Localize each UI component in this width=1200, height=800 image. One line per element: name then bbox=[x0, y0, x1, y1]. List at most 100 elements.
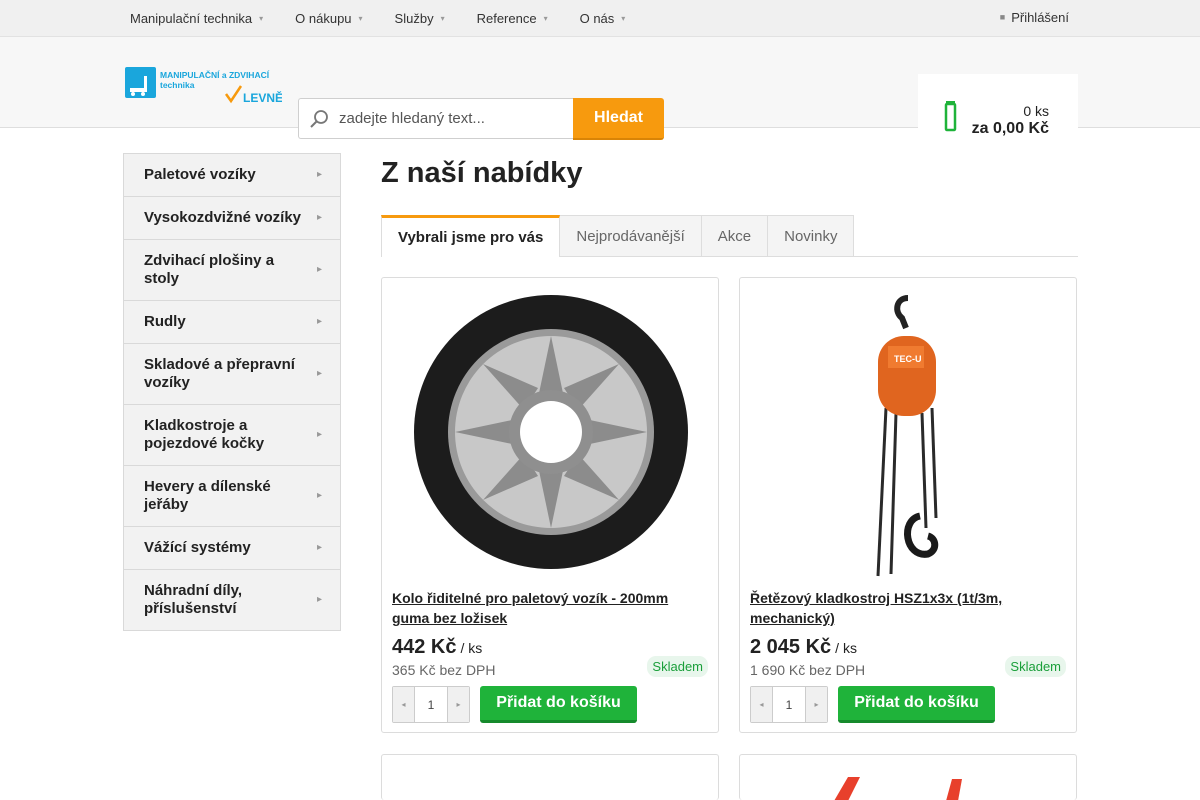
search-box bbox=[298, 98, 573, 139]
chevron-right-icon: ▸ bbox=[316, 316, 322, 327]
sidebar-item-label: Rudly bbox=[144, 313, 186, 330]
sidebar-item-label: Zdvihací plošiny a stoly bbox=[144, 252, 275, 287]
product-card-partial bbox=[381, 754, 719, 800]
qty-increase-button[interactable]: ▸ bbox=[447, 687, 469, 722]
price-excl-vat: 365 Kč bez DPH bbox=[392, 662, 496, 678]
stock-badge: Skladem bbox=[647, 656, 708, 677]
chevron-down-icon: ▾ bbox=[440, 13, 445, 23]
sidebar-item-vazici-systemy[interactable]: Vážící systémy ▸ bbox=[124, 527, 340, 570]
sidebar-item-kladkostroje[interactable]: Kladkostroje a pojezdové kočky ▸ bbox=[124, 405, 340, 466]
logo-wheel bbox=[131, 92, 135, 96]
chevron-right-icon: ▸ bbox=[316, 490, 322, 501]
chevron-right-icon: ▸ bbox=[316, 212, 322, 223]
product-price: 2 045 Kč / ks bbox=[750, 636, 857, 659]
chevron-down-icon: ▾ bbox=[358, 13, 363, 23]
sidebar-item-hevery[interactable]: Hevery a dílenské jeřáby ▸ bbox=[124, 466, 340, 527]
product-price: 442 Kč / ks bbox=[392, 636, 482, 659]
product-name-link[interactable]: Řetězový kladkostroj HSZ1x3x (1t/3m, mec… bbox=[750, 588, 1066, 628]
chevron-down-icon: ▾ bbox=[259, 13, 264, 23]
chevron-right-icon: ▸ bbox=[316, 169, 322, 180]
header: MANIPULAČNÍ a ZDVIHACÍ technika LEVNĚ Hl… bbox=[0, 37, 1200, 165]
product-card-partial bbox=[739, 754, 1077, 800]
product-image-partial[interactable] bbox=[820, 773, 980, 800]
qty-increase-button[interactable]: ▸ bbox=[805, 687, 827, 722]
qty-decrease-button[interactable]: ◂ bbox=[751, 687, 773, 722]
qty-input[interactable]: 1 bbox=[773, 687, 805, 722]
sidebar-item-label: Paletové vozíky bbox=[144, 166, 256, 183]
topnav-item-o-nakupu[interactable]: O nákupu ▾ bbox=[295, 11, 362, 26]
chevron-right-icon: ▸ bbox=[316, 542, 322, 553]
sidebar-item-label: Vysokozdvižné vozíky bbox=[144, 209, 302, 226]
product-image-chain-hoist[interactable]: TEC-U bbox=[750, 288, 1066, 578]
chevron-down-icon: ▾ bbox=[543, 13, 548, 23]
stock-badge: Skladem bbox=[1005, 656, 1066, 677]
sidebar-item-skladove-voziky[interactable]: Skladové a přepravní vozíky ▸ bbox=[124, 344, 340, 405]
logo-text-line1: MANIPULAČNÍ a ZDVIHACÍ bbox=[160, 69, 270, 80]
logo-text-line2: technika bbox=[160, 80, 195, 90]
topnav-item-reference[interactable]: Reference ▾ bbox=[477, 11, 548, 26]
qty-input[interactable]: 1 bbox=[415, 687, 447, 722]
cart-count: 0 ks bbox=[1023, 103, 1049, 119]
top-navigation: Manipulační technika ▾ O nákupu ▾ Služby ▾ … bbox=[130, 0, 657, 36]
cart-total: za 0,00 Kč bbox=[971, 120, 1049, 137]
logo-badge bbox=[125, 67, 156, 98]
search-input[interactable] bbox=[339, 110, 569, 127]
tab-nejprodavanejsi[interactable]: Nejprodávanější bbox=[560, 215, 702, 256]
sidebar-item-zdvihaci-plosiny[interactable]: Zdvihací plošiny a stoly ▸ bbox=[124, 240, 340, 301]
logo-wheel bbox=[141, 92, 145, 96]
cart-icon bbox=[944, 100, 960, 139]
search-button[interactable]: Hledat bbox=[573, 98, 664, 140]
sidebar-item-label: Náhradní díly, příslušenství bbox=[144, 582, 243, 617]
category-sidebar: Paletové vozíky ▸ Vysokozdvižné vozíky ▸ Z… bbox=[123, 153, 341, 631]
logo-text-levne: LEVNĚ bbox=[243, 90, 282, 105]
user-icon: ■ bbox=[999, 12, 1006, 22]
search-form: Hledat bbox=[298, 98, 664, 140]
price-value: 2 045 Kč bbox=[750, 636, 832, 658]
product-name-link[interactable]: Kolo řiditelné pro paletový vozík - 200m… bbox=[392, 588, 708, 628]
topnav-item-manipulacni-technika[interactable]: Manipulační technika ▾ bbox=[130, 11, 263, 26]
add-to-cart-button[interactable]: Přidat do košíku bbox=[480, 686, 637, 723]
chevron-right-icon: ▸ bbox=[316, 264, 322, 275]
quantity-stepper: ◂ 1 ▸ bbox=[750, 686, 828, 723]
page-title: Z naší nabídky bbox=[381, 157, 583, 189]
checkmark-icon bbox=[224, 85, 243, 104]
tab-novinky[interactable]: Novinky bbox=[768, 215, 855, 256]
sidebar-item-label: Skladové a přepravní vozíky bbox=[144, 356, 295, 391]
login-link[interactable]: ■ Přihlášení bbox=[1000, 0, 1069, 34]
product-card: Kolo řiditelné pro paletový vozík - 200m… bbox=[381, 277, 719, 733]
topnav-item-label: Manipulační technika bbox=[130, 10, 253, 26]
topnav-item-label: O nákupu bbox=[295, 10, 352, 26]
cart-widget[interactable]: 0 ks za 0,00 Kč bbox=[918, 74, 1078, 165]
tab-vybrali-jsme[interactable]: Vybrali jsme pro vás bbox=[381, 215, 561, 257]
topnav-item-label: Služby bbox=[394, 10, 434, 26]
sidebar-item-nahradni-dily[interactable]: Náhradní díly, příslušenství ▸ bbox=[124, 570, 340, 630]
sidebar-item-label: Kladkostroje a pojezdové kočky bbox=[144, 417, 265, 452]
add-to-cart-button[interactable]: Přidat do košíku bbox=[838, 686, 995, 723]
qty-decrease-button[interactable]: ◂ bbox=[393, 687, 415, 722]
topnav-item-label: Reference bbox=[476, 10, 537, 26]
tab-akce[interactable]: Akce bbox=[701, 215, 769, 256]
sidebar-item-label: Vážící systémy bbox=[144, 539, 251, 556]
sidebar-item-label: Hevery a dílenské jeřáby bbox=[144, 478, 271, 513]
chevron-right-icon: ▸ bbox=[316, 368, 322, 379]
sidebar-item-vysokozdvizne-voziky[interactable]: Vysokozdvižné vozíky ▸ bbox=[124, 197, 340, 240]
hoist-brand-label: TEC-U bbox=[894, 354, 922, 364]
topnav-item-label: O nás bbox=[579, 10, 615, 26]
topnav-item-o-nas[interactable]: O nás ▾ bbox=[580, 11, 626, 26]
price-unit: / ks bbox=[835, 640, 857, 656]
search-icon bbox=[299, 109, 339, 129]
product-card: TEC-U Řetězový kladkostroj HSZ1x3x (1t/3… bbox=[739, 277, 1077, 733]
site-logo[interactable]: MANIPULAČNÍ a ZDVIHACÍ technika LEVNĚ bbox=[124, 66, 282, 112]
topnav-item-sluzby[interactable]: Služby ▾ bbox=[395, 11, 445, 26]
price-value: 442 Kč bbox=[392, 636, 457, 658]
quantity-stepper: ◂ 1 ▸ bbox=[392, 686, 470, 723]
sidebar-item-rudly[interactable]: Rudly ▸ bbox=[124, 301, 340, 344]
chevron-down-icon: ▾ bbox=[621, 13, 626, 23]
sidebar-item-paletove-voziky[interactable]: Paletové vozíky ▸ bbox=[124, 154, 340, 197]
product-image-wheel[interactable] bbox=[392, 288, 708, 578]
price-unit: / ks bbox=[460, 640, 483, 656]
top-bar: Manipulační technika ▾ O nákupu ▾ Služby ▾ … bbox=[0, 0, 1200, 37]
product-tabs: Vybrali jsme pro vás Nejprodávanější Akc… bbox=[381, 215, 1078, 257]
chevron-right-icon: ▸ bbox=[316, 594, 322, 605]
login-label: Přihlášení bbox=[1011, 9, 1069, 25]
